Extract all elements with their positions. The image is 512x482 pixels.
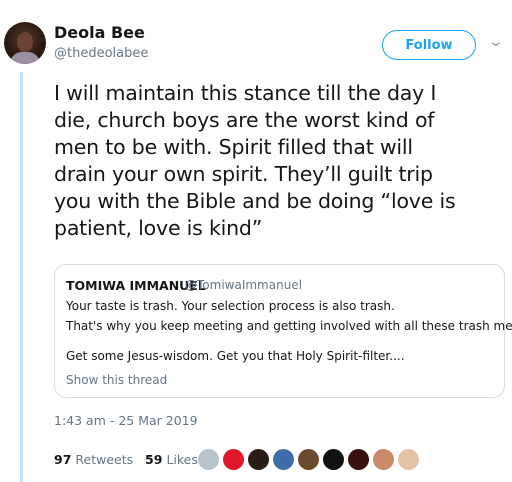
quoted-tweet-line: Your taste is trash. Your selection proc…: [66, 299, 395, 313]
liker-text-logo-avatar[interactable]: [348, 449, 369, 470]
liker-person-avatar[interactable]: [373, 449, 394, 470]
thread-line: [20, 72, 23, 482]
tweet-line: men to be with. Spirit filled that will: [54, 135, 413, 159]
tweet-line: drain your own spirit. They’ll guilt tri…: [54, 162, 433, 186]
tweet-timestamp[interactable]: 1:43 am - 25 Mar 2019: [54, 413, 198, 428]
tweet-line: you with the Bible and be doing “love is: [54, 189, 456, 213]
liker-person-avatar[interactable]: [398, 449, 419, 470]
chevron-down-icon[interactable]: ⌄: [488, 34, 504, 50]
liker-dark-avatar[interactable]: [248, 449, 269, 470]
liker-red-avatar[interactable]: [223, 449, 244, 470]
tweet-line: die, church boys are the worst kind of: [54, 108, 435, 132]
quoted-tweet-line: That's why you keep meeting and getting …: [66, 319, 512, 333]
liker-default-avatar[interactable]: [198, 449, 219, 470]
likes-count[interactable]: 59: [145, 452, 162, 467]
follow-button[interactable]: Follow: [382, 30, 476, 60]
tweet-line: patient, love is kind”: [54, 216, 263, 240]
quoted-author-handle: @TomiwaImmanuel: [185, 278, 303, 292]
retweets-label[interactable]: Retweets: [75, 452, 133, 467]
quoted-tweet-card[interactable]: TOMIWA IMMANUEL @TomiwaImmanuel Your tas…: [54, 264, 512, 398]
avatar-shirt: [10, 52, 40, 64]
avatar-face: [17, 32, 33, 52]
tweet-stats: 97 Retweets 59 Likes: [54, 452, 198, 467]
author-display-name[interactable]: Deola Bee: [54, 23, 145, 42]
tweet-line: I will maintain this stance till the day…: [54, 81, 437, 105]
liker-blue-avatar[interactable]: [273, 449, 294, 470]
show-thread-link[interactable]: Show this thread: [66, 373, 167, 387]
author-handle[interactable]: @thedeolabee: [54, 46, 148, 61]
retweets-count[interactable]: 97: [54, 452, 71, 467]
tweet-text: I will maintain this stance till the day…: [54, 80, 504, 242]
author-avatar[interactable]: [4, 22, 46, 64]
likes-label[interactable]: Likes: [166, 452, 197, 467]
liker-anonymous-mask-avatar[interactable]: [323, 449, 344, 470]
liker-sunglasses-avatar[interactable]: [298, 449, 319, 470]
quoted-tweet-line: Get some Jesus-wisdom. Get you that Holy…: [66, 349, 405, 363]
